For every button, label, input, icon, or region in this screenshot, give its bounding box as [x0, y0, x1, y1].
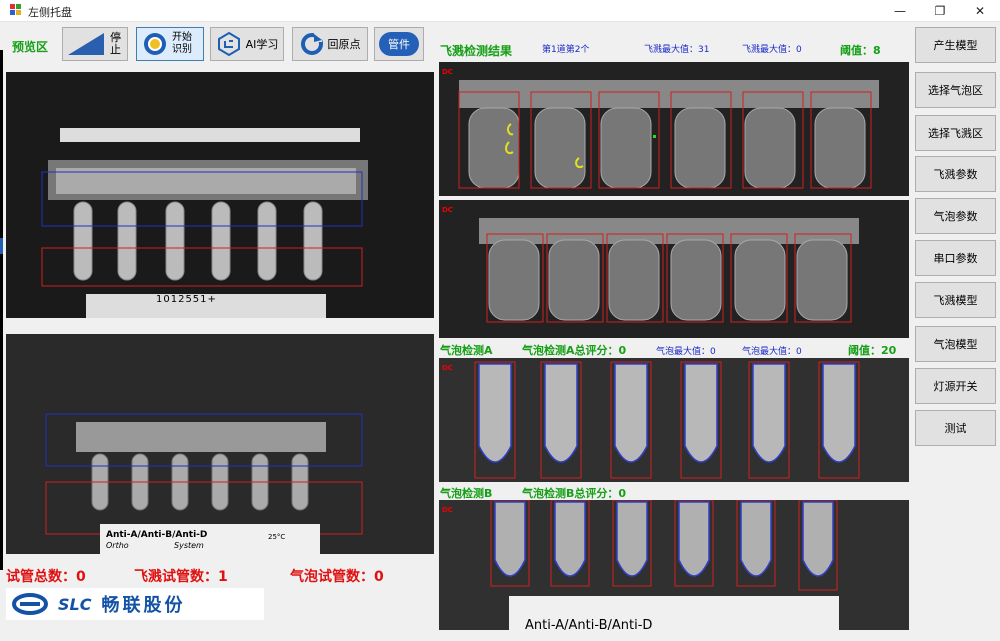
- company-logo: SLC 畅联股份: [6, 588, 264, 620]
- bubble-b-title: 气泡检测B: [440, 487, 493, 500]
- ramp-icon: [68, 33, 104, 55]
- splash-panel-a: DC: [439, 62, 909, 196]
- card-line3: System: [174, 541, 204, 550]
- left-edge-marker: [0, 238, 3, 254]
- splash-max-a: 飞溅最大值：31: [644, 45, 710, 55]
- bubble-params-button[interactable]: 气泡参数: [915, 198, 996, 234]
- splash-a-image: [458, 80, 879, 189]
- bubble-b-image: [490, 500, 839, 630]
- select-splash-area-button[interactable]: 选择飞溅区: [915, 115, 996, 151]
- start-recognition-button[interactable]: 开始识别: [136, 27, 204, 61]
- splash-params-button[interactable]: 飞溅参数: [915, 156, 996, 192]
- card-line2: Ortho: [106, 541, 129, 550]
- slc-logo-icon: [12, 593, 48, 615]
- bubble-a-image: [474, 361, 860, 479]
- bubble-max-b: 气泡最大值：0: [742, 347, 802, 357]
- home-label: 回原点: [327, 38, 361, 51]
- ai-label: AI学习: [245, 38, 279, 51]
- panel-tag: DC: [442, 364, 453, 372]
- camera-preview-bottom: Anti-A/Anti-B/Anti-D Ortho System 25°C: [6, 334, 434, 554]
- refresh-icon: [300, 32, 323, 55]
- bubble-tubes-label: 气泡试管数：: [290, 569, 374, 585]
- total-tubes-value: 0: [76, 569, 86, 585]
- total-tubes-label: 试管总数：: [6, 569, 76, 585]
- camera-bottom-image: [45, 413, 363, 554]
- total-tubes-stat: 试管总数：0: [6, 566, 86, 586]
- minimize-button[interactable]: —: [880, 0, 920, 22]
- splash-tubes-value: 1: [218, 569, 228, 585]
- hexagon-chip-icon: [217, 31, 240, 57]
- select-bubble-area-button[interactable]: 选择气泡区: [915, 72, 996, 108]
- app-icon: [10, 4, 22, 16]
- home-button[interactable]: 回原点: [292, 27, 368, 61]
- close-button[interactable]: ✕: [960, 0, 1000, 22]
- panel-tag: DC: [442, 68, 453, 76]
- logo-company: 畅联股份: [101, 595, 186, 616]
- card-temp: 25°C: [268, 533, 286, 541]
- barcode-text: 1012551+: [156, 294, 217, 305]
- bubble-threshold: 阈值：20: [848, 344, 897, 357]
- bubble-a-score: 气泡检测A总评分：0: [522, 344, 627, 357]
- title-bar: 左侧托盘 — ❐ ✕: [0, 0, 1000, 22]
- bubble-panel-b: DC Anti-A/Anti-B/Anti-D: [439, 500, 909, 630]
- splash-max-b: 飞溅最大值：0: [742, 45, 802, 55]
- splash-tubes-label: 飞溅试管数：: [134, 569, 218, 585]
- splash-panel-b: DC: [439, 200, 909, 338]
- bubble-max-a: 气泡最大值：0: [656, 347, 716, 357]
- card-line1: Anti-A/Anti-B/Anti-D: [106, 530, 208, 540]
- bubble-panel-a: DC: [439, 358, 909, 482]
- start-label: 开始识别: [172, 32, 192, 55]
- component-icon: 管件: [379, 32, 419, 56]
- bubble-model-button[interactable]: 气泡模型: [915, 326, 996, 362]
- stop-button[interactable]: 停止: [62, 27, 128, 61]
- logo-brand: SLC: [58, 594, 92, 614]
- splash-threshold: 阈值：8: [840, 44, 881, 57]
- window-title: 左侧托盘: [28, 6, 72, 19]
- bottom-strip: [0, 630, 1000, 641]
- camera-preview-top: 1012551+: [6, 72, 434, 318]
- ai-learning-button[interactable]: AI学习: [210, 27, 284, 61]
- serial-params-button[interactable]: 串口参数: [915, 240, 996, 276]
- bottom-card-text: Anti-A/Anti-B/Anti-D: [525, 618, 653, 630]
- component-button[interactable]: 管件: [374, 27, 424, 61]
- splash-model-button[interactable]: 飞溅模型: [915, 282, 996, 318]
- light-switch-button[interactable]: 灯源开关: [915, 368, 996, 404]
- maximize-button[interactable]: ❐: [920, 0, 960, 22]
- generate-model-button[interactable]: 产生模型: [915, 27, 996, 63]
- preview-label: 预览区: [12, 40, 49, 54]
- panel-tag: DC: [442, 206, 453, 214]
- bubble-b-score: 气泡检测B总评分：0: [522, 487, 627, 500]
- splash-tube-info: 第1道第2个: [542, 45, 590, 55]
- left-edge-strip: [0, 50, 3, 570]
- bubble-tubes-stat: 气泡试管数：0: [290, 566, 384, 586]
- splash-title: 飞溅检测结果: [440, 44, 513, 58]
- bubble-a-title: 气泡检测A: [440, 344, 493, 357]
- component-label: 管件: [388, 38, 410, 51]
- panel-tag: DC: [442, 506, 453, 514]
- target-icon: [144, 33, 166, 55]
- bubble-tubes-value: 0: [374, 569, 384, 585]
- camera-top-image: [41, 128, 368, 318]
- test-button[interactable]: 测试: [915, 410, 996, 446]
- stop-label: 停止: [110, 31, 121, 56]
- splash-b-image: [479, 218, 859, 323]
- splash-tubes-stat: 飞溅试管数：1: [134, 566, 228, 586]
